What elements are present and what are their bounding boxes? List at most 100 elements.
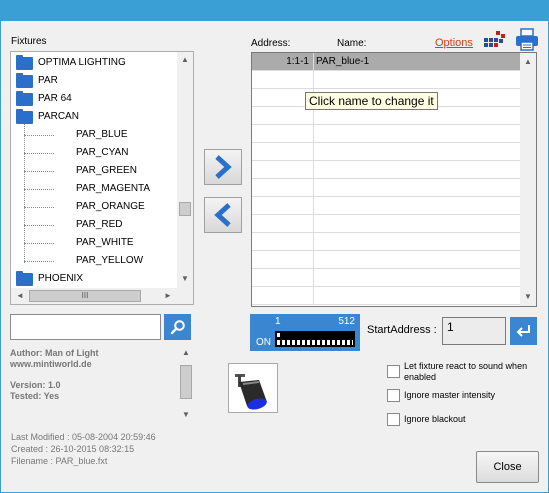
address-column-label: Address: bbox=[251, 38, 291, 49]
folder-icon bbox=[16, 91, 33, 106]
dmx-channel-strip bbox=[277, 340, 353, 345]
grid-column-separator bbox=[313, 233, 314, 250]
info-vscrollbar[interactable]: ▲ ▼ bbox=[178, 345, 194, 423]
tree-hscrollbar[interactable]: ◄ III ► bbox=[11, 288, 193, 304]
folder-icon bbox=[16, 271, 33, 286]
info-tested: Tested: Yes bbox=[10, 391, 60, 401]
grid-row-empty[interactable] bbox=[252, 161, 520, 179]
created-date: Created : 26-10-2015 08:32:15 bbox=[11, 444, 135, 454]
grid-column-separator bbox=[313, 179, 314, 196]
tree-item-par-red[interactable]: PAR_RED bbox=[24, 216, 174, 234]
fixture-tree[interactable]: OPTIMA LIGHTING PAR PAR 64 PARCAN PAR_BL… bbox=[10, 51, 194, 305]
par-can-lamp-icon bbox=[235, 374, 267, 410]
scroll-thumb[interactable] bbox=[180, 365, 192, 399]
fixture-dialog: Fixtures OPTIMA LIGHTING PAR PAR 64 PARC… bbox=[0, 0, 549, 493]
ignore-blackout-checkbox[interactable] bbox=[387, 413, 400, 426]
chevron-left-icon bbox=[214, 203, 231, 227]
tree-folder-parcan[interactable]: PARCAN bbox=[11, 108, 177, 126]
tree-item-par-yellow[interactable]: PAR_YELLOW bbox=[24, 252, 174, 270]
scroll-left-arrow-icon[interactable]: ◄ bbox=[13, 289, 27, 303]
apply-address-button[interactable] bbox=[510, 317, 537, 345]
grid-row-selected[interactable]: 1:1-1 PAR_blue-1 bbox=[252, 53, 520, 71]
chevron-right-icon bbox=[215, 155, 232, 179]
tree-item-par-green[interactable]: PAR_GREEN bbox=[24, 162, 174, 180]
fixtures-label: Fixtures bbox=[11, 36, 47, 47]
info-author: Author: Man of Light bbox=[10, 348, 99, 358]
grid-column-separator bbox=[313, 269, 314, 286]
grid-column-separator bbox=[313, 287, 314, 304]
search-button[interactable] bbox=[164, 314, 191, 340]
start-address-input[interactable]: 1 bbox=[442, 317, 506, 345]
grid-icon[interactable] bbox=[483, 29, 507, 51]
print-icon[interactable] bbox=[514, 28, 540, 52]
scroll-up-arrow-icon[interactable]: ▲ bbox=[179, 346, 193, 360]
scroll-up-arrow-icon[interactable]: ▲ bbox=[178, 53, 192, 67]
grid-column-separator bbox=[313, 125, 314, 142]
dmx-end: 512 bbox=[338, 316, 355, 327]
search-input[interactable] bbox=[10, 314, 161, 340]
tree-folder-phoenix[interactable]: PHOENIX bbox=[11, 270, 177, 288]
info-version: Version: 1.0 bbox=[10, 380, 61, 390]
tree-item-par-white[interactable]: PAR_WHITE bbox=[24, 234, 174, 252]
ignore-blackout-label: Ignore blackout bbox=[404, 414, 466, 424]
grid-row-empty[interactable] bbox=[252, 233, 520, 251]
scroll-down-arrow-icon[interactable]: ▼ bbox=[178, 272, 192, 286]
grid-column-separator bbox=[313, 71, 314, 88]
grid-row-empty[interactable] bbox=[252, 251, 520, 269]
grid-row-empty[interactable] bbox=[252, 287, 520, 305]
tree-item-par-magenta[interactable]: PAR_MAGENTA bbox=[24, 180, 174, 198]
scroll-down-arrow-icon[interactable]: ▼ bbox=[521, 290, 535, 304]
scroll-up-arrow-icon[interactable]: ▲ bbox=[521, 55, 535, 69]
grid-row-empty[interactable] bbox=[252, 143, 520, 161]
dmx-on-label: ON bbox=[256, 337, 271, 348]
scroll-down-arrow-icon[interactable]: ▼ bbox=[179, 408, 193, 422]
remove-fixture-button[interactable] bbox=[204, 197, 242, 233]
folder-icon bbox=[16, 55, 33, 70]
grid-column-separator bbox=[313, 215, 314, 232]
folder-icon bbox=[16, 109, 33, 124]
add-fixture-button[interactable] bbox=[204, 149, 242, 185]
grid-row-empty[interactable] bbox=[252, 269, 520, 287]
sound-react-label: Let fixture react to sound when enabled bbox=[404, 361, 528, 382]
hscroll-thumb[interactable]: III bbox=[29, 290, 141, 302]
grid-column-separator bbox=[313, 143, 314, 160]
tree-item-par-orange[interactable]: PAR_ORANGE bbox=[24, 198, 174, 216]
grid-row-empty[interactable] bbox=[252, 71, 520, 89]
tree-folder-par64[interactable]: PAR 64 bbox=[11, 90, 177, 108]
dmx-fill bbox=[277, 333, 280, 337]
enter-arrow-icon bbox=[516, 325, 530, 337]
tree-item-par-cyan[interactable]: PAR_CYAN bbox=[24, 144, 174, 162]
grid-column-separator bbox=[313, 197, 314, 214]
grid-column-separator bbox=[313, 161, 314, 178]
grid-row-empty[interactable] bbox=[252, 215, 520, 233]
filename: Filename : PAR_blue.fxt bbox=[11, 456, 108, 466]
folder-icon bbox=[16, 73, 33, 88]
fixture-info-box: Author: Man of Light www.mintiworld.de V… bbox=[10, 345, 194, 423]
sound-react-checkbox[interactable] bbox=[387, 365, 400, 378]
title-bar[interactable] bbox=[1, 1, 548, 21]
scroll-thumb[interactable] bbox=[179, 202, 191, 216]
tree-folder-par[interactable]: PAR bbox=[11, 72, 177, 90]
grid-column-separator bbox=[313, 251, 314, 268]
grid-row-empty[interactable] bbox=[252, 179, 520, 197]
search-icon bbox=[170, 320, 185, 335]
tree-folder-optima[interactable]: OPTIMA LIGHTING bbox=[11, 54, 177, 72]
fixture-preview bbox=[228, 363, 278, 413]
name-column-label: Name: bbox=[337, 38, 367, 49]
row-address: 1:1-1 bbox=[286, 56, 309, 67]
ignore-master-checkbox[interactable] bbox=[387, 389, 400, 402]
last-modified: Last Modified : 05-08-2004 20:59:46 bbox=[11, 432, 156, 442]
dmx-range-indicator: 1 512 ON bbox=[250, 314, 360, 351]
scroll-right-arrow-icon[interactable]: ► bbox=[161, 289, 175, 303]
options-link[interactable]: Options bbox=[435, 37, 473, 49]
close-button[interactable]: Close bbox=[476, 451, 539, 483]
grid-row-empty[interactable] bbox=[252, 197, 520, 215]
tree-item-par-blue[interactable]: PAR_BLUE bbox=[24, 126, 174, 144]
grid-row-empty[interactable] bbox=[252, 125, 520, 143]
row-name[interactable]: PAR_blue-1 bbox=[316, 53, 516, 70]
patch-grid[interactable]: 1:1-1 PAR_blue-1 ▲ ▼ Click name to chang… bbox=[251, 52, 537, 307]
tooltip: Click name to change it bbox=[305, 92, 438, 110]
grid-vscrollbar[interactable]: ▲ ▼ bbox=[520, 53, 536, 306]
dmx-bar bbox=[275, 331, 355, 347]
tree-vscrollbar[interactable]: ▲ ▼ bbox=[177, 52, 193, 288]
